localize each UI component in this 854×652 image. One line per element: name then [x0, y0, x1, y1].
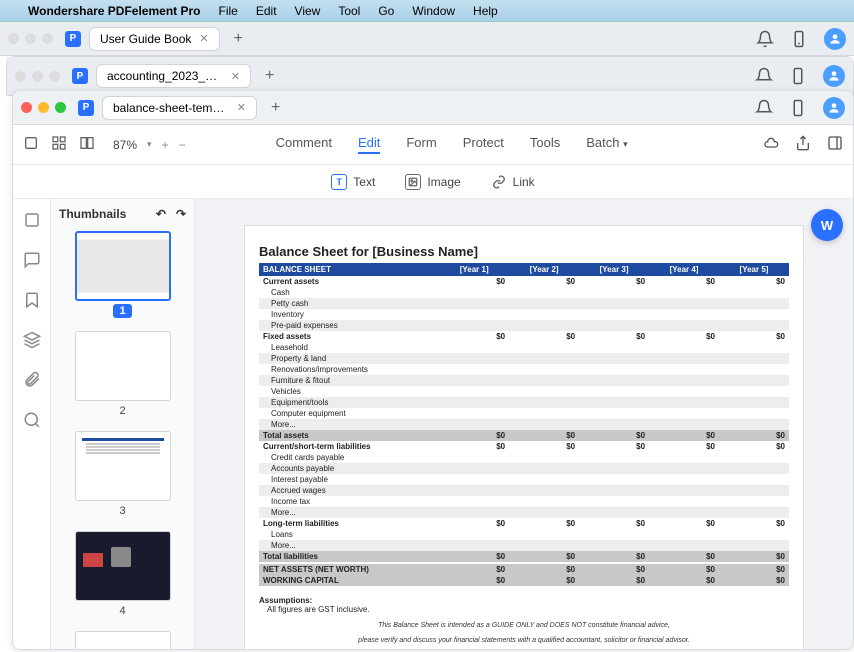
view-grid-icon[interactable]: [51, 135, 67, 154]
mobile-icon[interactable]: [789, 67, 807, 85]
edit-image-button[interactable]: Image: [405, 174, 460, 190]
thumbnails-rail-icon[interactable]: [23, 211, 41, 229]
menu-go[interactable]: Go: [378, 4, 394, 18]
tab-comment[interactable]: Comment: [276, 135, 332, 154]
tab-batch[interactable]: Batch ▾: [586, 135, 627, 154]
tab-title: User Guide Book: [100, 32, 191, 46]
max-dot[interactable]: [55, 102, 66, 113]
mobile-icon[interactable]: [790, 30, 808, 48]
macos-menubar: Wondershare PDFelement Pro File Edit Vie…: [0, 0, 854, 22]
user-avatar[interactable]: [824, 28, 846, 50]
disclaimer-1: This Balance Sheet is intended as a GUID…: [259, 622, 789, 629]
edit-subtoolbar: TText Image Link: [13, 165, 853, 199]
menu-file[interactable]: File: [219, 4, 238, 18]
menu-tool[interactable]: Tool: [338, 4, 360, 18]
new-tab-button[interactable]: +: [271, 99, 280, 117]
balance-sheet-table: BALANCE SHEET[Year 1][Year 2][Year 3][Ye…: [259, 263, 789, 586]
app-logo-icon: P: [72, 68, 88, 84]
search-rail-icon[interactable]: [23, 411, 41, 429]
bell-icon[interactable]: [755, 99, 773, 117]
tab-title: accounting_2023_08_14 1...: [107, 69, 223, 83]
menu-help[interactable]: Help: [473, 4, 498, 18]
thumbnails-panel: Thumbnails ↶ ↷ 1 2 3 4: [51, 199, 195, 649]
doc-title: Balance Sheet for [Business Name]: [259, 244, 789, 259]
close-tab-icon[interactable]: ✕: [237, 101, 246, 114]
menu-window[interactable]: Window: [412, 4, 455, 18]
main-mode-tabs: Comment Edit Form Protect Tools Batch ▾: [276, 135, 628, 154]
app-logo-icon: P: [65, 31, 81, 47]
tab-tools[interactable]: Tools: [530, 135, 560, 154]
bell-icon[interactable]: [756, 30, 774, 48]
pdf-page-1: Balance Sheet for [Business Name] BALANC…: [244, 225, 804, 649]
chevron-down-icon: ▾: [623, 139, 628, 149]
close-dot[interactable]: [8, 33, 19, 44]
close-tab-icon[interactable]: ✕: [231, 70, 240, 83]
thumbnail-page-1[interactable]: [75, 231, 171, 301]
user-avatar[interactable]: [823, 97, 845, 119]
page-num-1: 1: [113, 304, 131, 318]
tab-balance-sheet[interactable]: balance-sheet-template-1 ✕: [102, 96, 257, 120]
convert-word-fab[interactable]: W: [811, 209, 843, 241]
assumptions-text: All figures are GST inclusive.: [259, 605, 789, 614]
thumbnails-title: Thumbnails: [59, 207, 126, 221]
edit-text-button[interactable]: TText: [331, 174, 375, 190]
assumptions-label: Assumptions:: [259, 596, 789, 605]
left-sidebar-rail: [13, 199, 51, 649]
close-tab-icon[interactable]: ✕: [199, 32, 208, 45]
menu-view[interactable]: View: [295, 4, 321, 18]
zoom-in-button[interactable]: +: [162, 138, 169, 152]
layers-rail-icon[interactable]: [23, 331, 41, 349]
max-dot[interactable]: [42, 33, 53, 44]
new-tab-button[interactable]: +: [265, 67, 274, 85]
thumbnail-page-3[interactable]: [75, 431, 171, 501]
traffic-lights: [8, 33, 53, 44]
attachments-rail-icon[interactable]: [23, 371, 41, 389]
view-two-icon[interactable]: [79, 135, 95, 154]
app-name[interactable]: Wondershare PDFelement Pro: [28, 4, 201, 18]
chevron-down-icon[interactable]: ▾: [147, 139, 152, 150]
close-dot[interactable]: [21, 102, 32, 113]
tab-title: balance-sheet-template-1: [113, 101, 229, 115]
edit-link-button[interactable]: Link: [491, 174, 535, 190]
tab-user-guide[interactable]: User Guide Book ✕: [89, 27, 220, 51]
tab-accounting[interactable]: accounting_2023_08_14 1... ✕: [96, 64, 251, 88]
tab-form[interactable]: Form: [406, 135, 436, 154]
bell-icon[interactable]: [755, 67, 773, 85]
cloud-icon[interactable]: [763, 135, 779, 154]
undo-icon[interactable]: ↶: [156, 207, 166, 221]
zoom-level[interactable]: 87%: [113, 138, 137, 152]
new-tab-button[interactable]: +: [234, 30, 243, 48]
menu-edit[interactable]: Edit: [256, 4, 277, 18]
redo-icon[interactable]: ↷: [176, 207, 186, 221]
thumbnail-page-4[interactable]: [75, 531, 171, 601]
view-single-icon[interactable]: [23, 135, 39, 154]
window3-front: P balance-sheet-template-1 ✕ + 87% ▾ + −…: [12, 90, 854, 650]
min-dot[interactable]: [38, 102, 49, 113]
page-num-4: 4: [59, 605, 186, 617]
document-view[interactable]: W Balance Sheet for [Business Name] BALA…: [195, 199, 853, 649]
mobile-icon[interactable]: [789, 99, 807, 117]
comments-rail-icon[interactable]: [23, 251, 41, 269]
thumbnail-page-5[interactable]: [75, 631, 171, 649]
tab-protect[interactable]: Protect: [463, 135, 504, 154]
bookmarks-rail-icon[interactable]: [23, 291, 41, 309]
main-toolbar: 87% ▾ + − Comment Edit Form Protect Tool…: [13, 125, 853, 165]
page-num-2: 2: [59, 405, 186, 417]
disclaimer-2: please verify and discuss your financial…: [259, 637, 789, 644]
share-icon[interactable]: [795, 135, 811, 154]
zoom-out-button[interactable]: −: [179, 138, 186, 152]
app-logo-icon: P: [78, 100, 94, 116]
page-num-3: 3: [59, 505, 186, 517]
thumbnail-page-2[interactable]: [75, 331, 171, 401]
user-avatar[interactable]: [823, 65, 845, 87]
window1-tabrow: P User Guide Book ✕ +: [0, 22, 854, 56]
tab-edit[interactable]: Edit: [358, 135, 380, 154]
min-dot[interactable]: [25, 33, 36, 44]
panel-toggle-icon[interactable]: [827, 135, 843, 154]
